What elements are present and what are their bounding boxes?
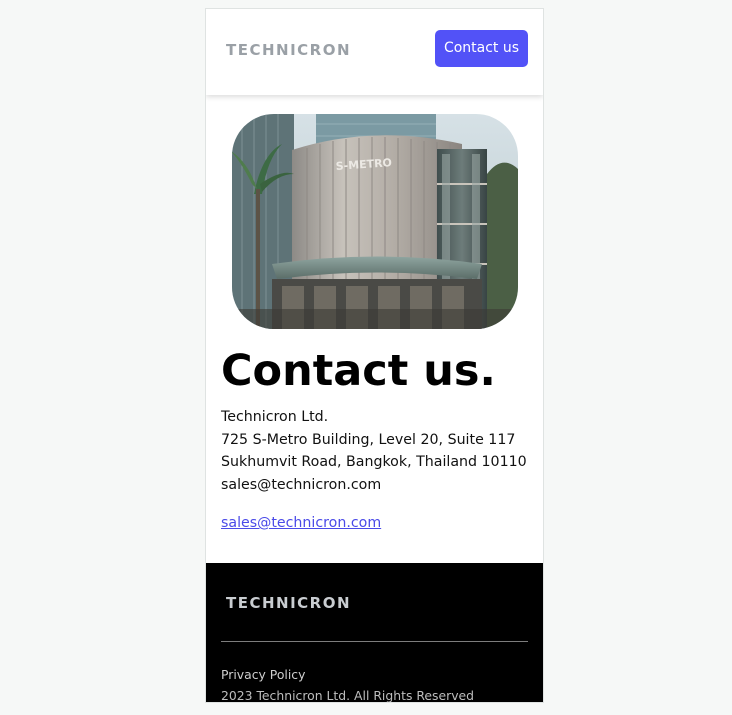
address-company-name: Technicron Ltd. [221,409,329,425]
mobile-page-frame: TECHNICRON Contact us S-METRO Contact us… [205,8,544,703]
address-street-line: 725 S-Metro Building, Level 20, Suite 11… [221,431,516,448]
footer-technicron-logo[interactable]: TECHNICRON [226,593,351,613]
footer-divider [221,641,528,642]
page-title: Contact us. [221,346,496,396]
building-photo: S-METRO [232,114,518,329]
address-city-line: Sukhumvit Road, Bangkok, Thailand 10110 [221,454,527,470]
technicron-logo[interactable]: TECHNICRON [226,40,351,60]
copyright-text: 2023 Technicron Ltd. All Rights Reserved [221,688,475,703]
sales-email-link[interactable]: sales@technicron.com [221,512,381,534]
privacy-policy-link[interactable]: Privacy Policy [221,666,305,684]
contact-us-button[interactable]: Contact us [435,30,528,67]
site-header: TECHNICRON Contact us [206,9,543,95]
company-address: Technicron Ltd. 725 S-Metro Building, Le… [221,406,527,496]
site-footer: TECHNICRON Privacy Policy 2023 Technicro… [206,563,543,703]
address-email-text: sales@technicron.com [221,476,382,493]
